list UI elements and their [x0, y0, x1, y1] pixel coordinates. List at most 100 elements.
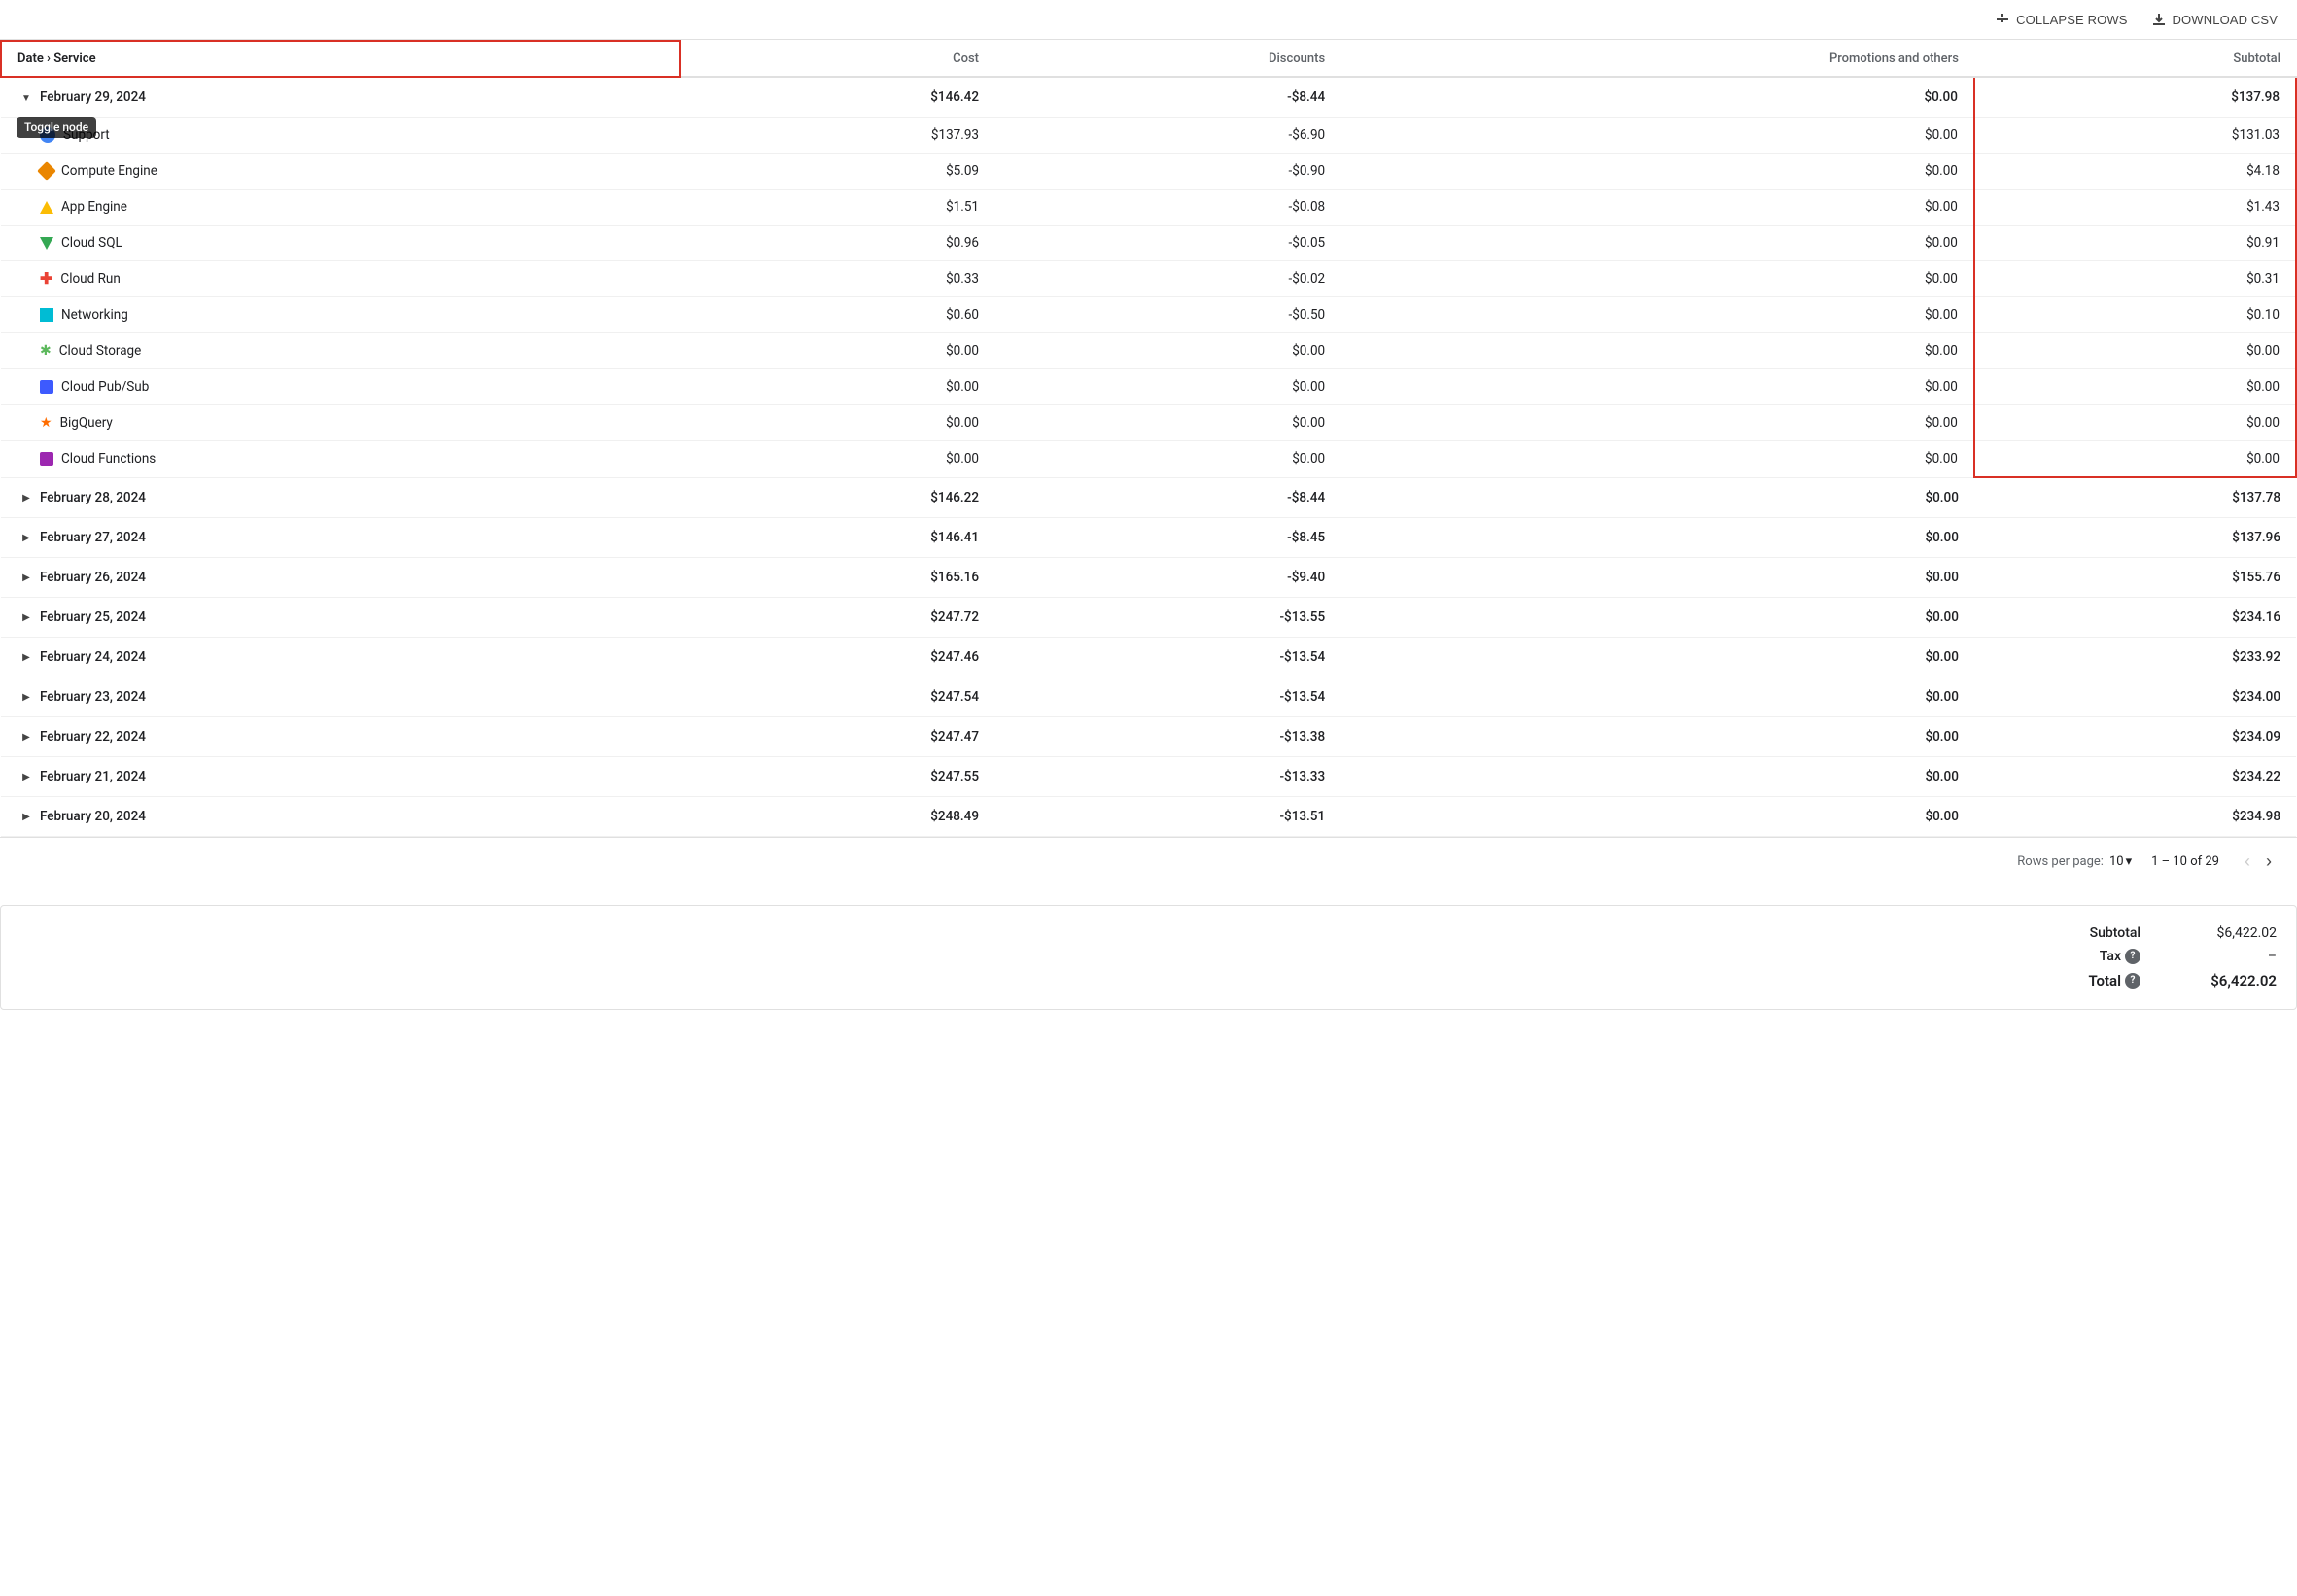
subtotal-row: Subtotal $6,422.02	[1888, 925, 2277, 941]
expand-btn-feb21[interactable]	[17, 767, 36, 786]
service-discounts-cloudstorage: $0.00	[994, 333, 1340, 369]
service-subtotal-cloudfunctions: $0.00	[1974, 441, 2296, 478]
date-label-feb22: February 22, 2024	[1, 717, 680, 756]
service-cost-appengine: $1.51	[680, 190, 994, 226]
date-row-feb27: February 27, 2024 $146.41 -$8.45 $0.00 $…	[1, 517, 2296, 557]
date-row-feb21: February 21, 2024 $247.55 -$13.33 $0.00 …	[1, 756, 2296, 796]
total-row: Total ? $6,422.02	[1888, 972, 2277, 989]
service-subtotal-appengine: $1.43	[1974, 190, 2296, 226]
date-label-feb21: February 21, 2024	[1, 757, 680, 796]
service-cost-cloudrun: $0.33	[680, 261, 994, 297]
service-row-appengine: App Engine $1.51 -$0.08 $0.00 $1.43	[1, 190, 2296, 226]
service-discounts-networking: -$0.50	[994, 297, 1340, 333]
service-label-cloudstorage: ✱ Cloud Storage	[1, 333, 680, 369]
service-promotions-appengine: $0.00	[1340, 190, 1974, 226]
cloudsql-icon	[40, 237, 53, 250]
service-label-cloudsql: Cloud SQL	[1, 226, 680, 261]
prev-page-button[interactable]: ‹	[2239, 850, 2256, 874]
date-row-feb24: February 24, 2024 $247.46 -$13.54 $0.00 …	[1, 637, 2296, 677]
service-promotions-cloudstorage: $0.00	[1340, 333, 1974, 369]
date-row-feb26: February 26, 2024 $165.16 -$9.40 $0.00 $…	[1, 557, 2296, 597]
date-row-feb22: February 22, 2024 $247.47 -$13.38 $0.00 …	[1, 716, 2296, 756]
service-discounts-pubsub: $0.00	[994, 369, 1340, 405]
top-toolbar: COLLAPSE ROWS DOWNLOAD CSV	[0, 0, 2297, 40]
rows-per-page-dropdown-icon: ▾	[2126, 854, 2133, 869]
download-icon	[2151, 12, 2167, 27]
service-cost-bigquery: $0.00	[680, 405, 994, 441]
service-label-networking: Networking	[1, 297, 680, 333]
total-help-icon[interactable]: ?	[2125, 973, 2140, 989]
service-subtotal-cloudsql: $0.91	[1974, 226, 2296, 261]
discounts-header: Discounts	[994, 41, 1340, 77]
expand-btn-feb20[interactable]	[17, 807, 36, 826]
service-row-support: Support $137.93 -$6.90 $0.00 $131.03	[1, 118, 2296, 154]
collapse-btn-feb29[interactable]	[17, 87, 36, 107]
service-subtotal-networking: $0.10	[1974, 297, 2296, 333]
service-label-compute: Compute Engine	[1, 154, 680, 190]
service-discounts-compute: -$0.90	[994, 154, 1340, 190]
service-promotions-pubsub: $0.00	[1340, 369, 1974, 405]
expand-btn-feb23[interactable]	[17, 687, 36, 707]
date-label-feb23: February 23, 2024	[1, 677, 680, 716]
date-promotions-feb29: $0.00	[1340, 77, 1974, 118]
service-subtotal-support: $131.03	[1974, 118, 2296, 154]
expand-btn-feb28[interactable]	[17, 488, 36, 507]
service-cost-compute: $5.09	[680, 154, 994, 190]
service-discounts-appengine: -$0.08	[994, 190, 1340, 226]
service-discounts-cloudsql: -$0.05	[994, 226, 1340, 261]
service-subtotal-cloudrun: $0.31	[1974, 261, 2296, 297]
toggle-node-container: Toggle node	[17, 87, 36, 107]
service-discounts-support: -$6.90	[994, 118, 1340, 154]
expand-btn-feb25[interactable]	[17, 607, 36, 627]
rows-per-page-select[interactable]: 10 ▾	[2109, 854, 2132, 869]
expand-btn-feb26[interactable]	[17, 568, 36, 587]
pagination-bar: Rows per page: 10 ▾ 1 – 10 of 29 ‹ ›	[0, 837, 2297, 885]
service-promotions-cloudsql: $0.00	[1340, 226, 1974, 261]
expand-btn-feb24[interactable]	[17, 647, 36, 667]
service-promotions-cloudfunctions: $0.00	[1340, 441, 1974, 478]
expand-btn-feb27[interactable]	[17, 528, 36, 547]
cost-header: Cost	[680, 41, 994, 77]
service-row-bigquery: ★ BigQuery $0.00 $0.00 $0.00 $0.00	[1, 405, 2296, 441]
tax-help-icon[interactable]: ?	[2125, 949, 2140, 964]
date-row-feb29: Toggle node February 29, 2024 $146.42 -$…	[1, 77, 2296, 118]
subtotal-header: Subtotal	[1974, 41, 2296, 77]
service-subtotal-cloudstorage: $0.00	[1974, 333, 2296, 369]
tax-label: Tax ?	[2100, 949, 2140, 964]
tax-value: –	[2199, 949, 2277, 964]
service-label-appengine: App Engine	[1, 190, 680, 226]
service-label-bigquery: ★ BigQuery	[1, 405, 680, 441]
bigquery-icon: ★	[40, 416, 52, 430]
service-subtotal-pubsub: $0.00	[1974, 369, 2296, 405]
service-promotions-bigquery: $0.00	[1340, 405, 1974, 441]
date-label-feb27: February 27, 2024	[1, 518, 680, 557]
download-csv-button[interactable]: DOWNLOAD CSV	[2151, 12, 2278, 27]
tax-row: Tax ? –	[1888, 949, 2277, 964]
expand-btn-feb22[interactable]	[17, 727, 36, 746]
pubsub-icon	[40, 380, 53, 394]
service-promotions-support: $0.00	[1340, 118, 1974, 154]
service-row-cloudrun: ✚ Cloud Run $0.33 -$0.02 $0.00 $0.31	[1, 261, 2296, 297]
service-cost-pubsub: $0.00	[680, 369, 994, 405]
cloudstorage-icon: ✱	[40, 344, 52, 358]
appengine-icon	[40, 201, 53, 214]
page-info: 1 – 10 of 29	[2151, 854, 2219, 869]
table-header-row: Date › Service Cost Discounts Promotions…	[1, 41, 2296, 77]
next-page-button[interactable]: ›	[2260, 850, 2278, 874]
date-cost-feb29: $146.42	[680, 77, 994, 118]
promotions-header: Promotions and others	[1340, 41, 1974, 77]
cloudrun-icon: ✚	[40, 271, 52, 287]
summary-section: Subtotal $6,422.02 Tax ? – Total ? $6,42…	[0, 905, 2297, 1010]
service-promotions-cloudrun: $0.00	[1340, 261, 1974, 297]
rows-per-page-value: 10	[2109, 854, 2124, 869]
service-subtotal-compute: $4.18	[1974, 154, 2296, 190]
collapse-rows-button[interactable]: COLLAPSE ROWS	[1995, 12, 2127, 27]
service-row-pubsub: Cloud Pub/Sub $0.00 $0.00 $0.00 $0.00	[1, 369, 2296, 405]
date-label-feb20: February 20, 2024	[1, 797, 680, 836]
networking-icon	[40, 308, 53, 322]
date-subtotal-feb29: $137.98	[1974, 77, 2296, 118]
service-discounts-bigquery: $0.00	[994, 405, 1340, 441]
compute-icon	[37, 161, 56, 181]
service-row-compute: Compute Engine $5.09 -$0.90 $0.00 $4.18	[1, 154, 2296, 190]
service-row-networking: Networking $0.60 -$0.50 $0.00 $0.10	[1, 297, 2296, 333]
